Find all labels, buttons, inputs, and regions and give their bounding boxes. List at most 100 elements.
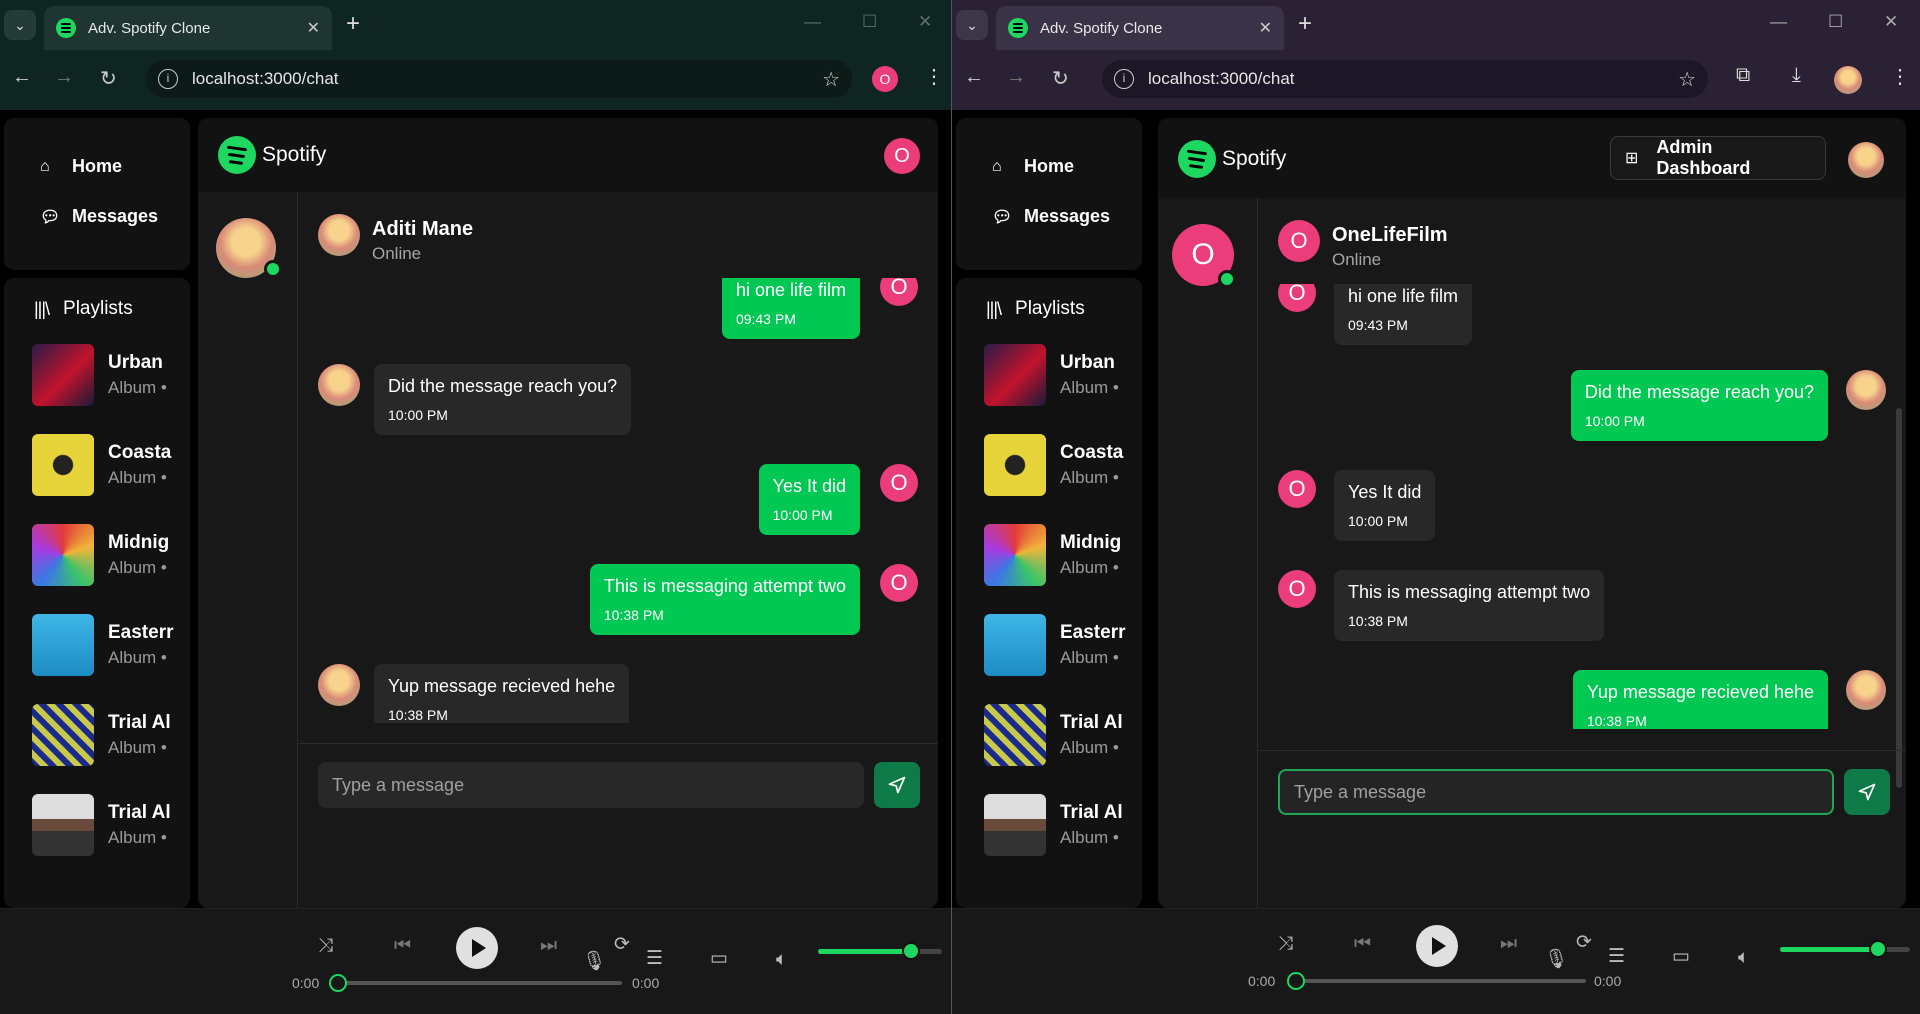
nav-home[interactable]: ⌂ Home [992,156,1074,177]
microphone-icon[interactable]: 🎙︎ [582,949,606,973]
playlist-sub: Album • [1060,828,1119,847]
message-row: O This is messaging attempt two 10:38 PM [1278,570,1886,654]
volume-knob[interactable] [902,942,920,960]
playlist-item[interactable]: Midnig Album • [32,524,190,586]
playlist-name: Easterr [108,622,174,643]
playlist-sub: Album • [108,648,167,667]
playlist-item[interactable]: Coasta Album • [984,434,1142,496]
microphone-icon[interactable]: 🎙︎ [1544,947,1568,971]
next-icon[interactable]: ⏭︎ [540,935,557,957]
extensions-icon[interactable]: ⧉ [1736,64,1750,87]
shuffle-icon[interactable]: ⤨ [1278,933,1293,955]
close-window-icon[interactable]: ✕ [1884,12,1898,32]
chat-bubble-icon: 💬︎ [992,208,1013,226]
playlist-item[interactable]: Midnig Album • [984,524,1142,586]
repeat-icon[interactable]: ⟳ [614,933,630,956]
maximize-icon[interactable]: ☐ [1828,12,1843,32]
message-time: 10:00 PM [1348,513,1408,529]
play-button[interactable] [456,927,498,969]
scrollbar[interactable] [1896,408,1902,788]
browser-profile-avatar[interactable]: O [872,66,898,92]
forward-icon[interactable]: → [1006,66,1026,89]
playlist-item[interactable]: Easterr Album • [984,614,1142,676]
playlist-item[interactable]: Urban Album • [984,344,1142,406]
close-tab-icon[interactable]: ✕ [307,18,320,38]
bookmark-star-icon[interactable]: ☆ [1678,67,1696,92]
message-time: 10:00 PM [1584,413,1645,429]
playlist-item[interactable]: Trial Al Album • [984,704,1142,766]
progress-track[interactable] [338,981,622,985]
play-icon [472,939,486,957]
queue-icon[interactable]: ☰ [1608,945,1625,968]
device-icon[interactable]: ▭ [1672,945,1690,968]
close-tab-icon[interactable]: ✕ [1259,18,1272,38]
address-bar[interactable]: i localhost:3000/chat ☆ [1102,60,1708,98]
nav-home[interactable]: ⌂ Home [40,156,122,177]
minimize-icon[interactable]: — [1770,12,1787,32]
playlist-item[interactable]: Trial Al Album • [984,794,1142,856]
previous-icon[interactable]: ⏮︎ [1354,933,1371,955]
app-topbar: Spotify ⊞ Admin Dashboard [1158,118,1906,198]
album-cover [984,344,1046,406]
progress-knob[interactable] [1287,972,1305,990]
shuffle-icon[interactable]: ⤨ [318,935,333,957]
playlists-title: Playlists [1015,298,1085,319]
message-bubble: Yes It did 10:00 PM [758,464,860,535]
forward-icon[interactable]: → [54,66,74,89]
playlist-item[interactable]: Trial Al Album • [32,794,190,856]
download-icon[interactable]: ⤓ [1792,64,1801,87]
message-avatar: O [880,278,918,306]
tab-search-button[interactable]: ⌄ [956,10,988,40]
playlist-name: Urban [108,352,163,373]
tab-search-button[interactable]: ⌄ [4,10,36,40]
volume-icon[interactable]: 🔈︎ [1738,947,1749,969]
playlist-item[interactable]: Trial Al Album • [32,704,190,766]
playlist-item[interactable]: Urban Album • [32,344,190,406]
bookmark-star-icon[interactable]: ☆ [822,67,840,92]
more-menu-icon[interactable]: ⋮ [1890,64,1910,89]
progress-knob[interactable] [329,974,347,992]
playlist-sub: Album • [1060,558,1119,577]
close-window-icon[interactable]: ✕ [918,12,932,32]
maximize-icon[interactable]: ☐ [862,12,877,32]
admin-dashboard-button[interactable]: ⊞ Admin Dashboard [1610,136,1826,180]
play-button[interactable] [1416,925,1458,967]
site-info-icon[interactable]: i [1114,69,1134,89]
album-cover [32,704,94,766]
address-bar[interactable]: i localhost:3000/chat ☆ [146,60,852,98]
new-tab-button[interactable]: + [346,10,360,38]
device-icon[interactable]: ▭ [710,947,728,970]
back-icon[interactable]: ← [12,66,32,89]
volume-icon[interactable]: 🔈︎ [776,949,787,971]
send-button[interactable] [874,762,920,808]
send-button[interactable] [1844,769,1890,815]
spotify-logo[interactable]: Spotify [1178,140,1286,178]
previous-icon[interactable]: ⏮︎ [394,935,411,957]
message-input[interactable] [318,762,864,808]
queue-icon[interactable]: ☰ [646,947,663,970]
user-avatar[interactable] [1848,142,1884,178]
back-icon[interactable]: ← [964,66,984,89]
spotify-logo[interactable]: Spotify [218,136,326,174]
browser-tab[interactable]: Adv. Spotify Clone ✕ [996,6,1284,50]
playlist-sub: Album • [108,738,167,757]
message-time: 10:00 PM [388,407,448,423]
playlist-item[interactable]: Easterr Album • [32,614,190,676]
reload-icon[interactable]: ↻ [1052,66,1069,91]
user-avatar[interactable]: O [884,138,920,174]
browser-profile-avatar[interactable] [1834,66,1862,94]
new-tab-button[interactable]: + [1298,10,1312,38]
message-input[interactable] [1278,769,1834,815]
browser-tab[interactable]: Adv. Spotify Clone ✕ [44,6,332,50]
site-info-icon[interactable]: i [158,69,178,89]
minimize-icon[interactable]: — [804,12,821,32]
nav-messages[interactable]: 💬︎ Messages [40,206,158,227]
volume-knob[interactable] [1868,940,1887,958]
progress-track[interactable] [1296,979,1586,983]
reload-icon[interactable]: ↻ [100,66,117,91]
repeat-icon[interactable]: ⟳ [1576,931,1592,954]
more-menu-icon[interactable]: ⋮ [924,64,944,89]
nav-messages[interactable]: 💬︎ Messages [992,206,1110,227]
playlist-item[interactable]: Coasta Album • [32,434,190,496]
next-icon[interactable]: ⏭︎ [1500,933,1517,955]
